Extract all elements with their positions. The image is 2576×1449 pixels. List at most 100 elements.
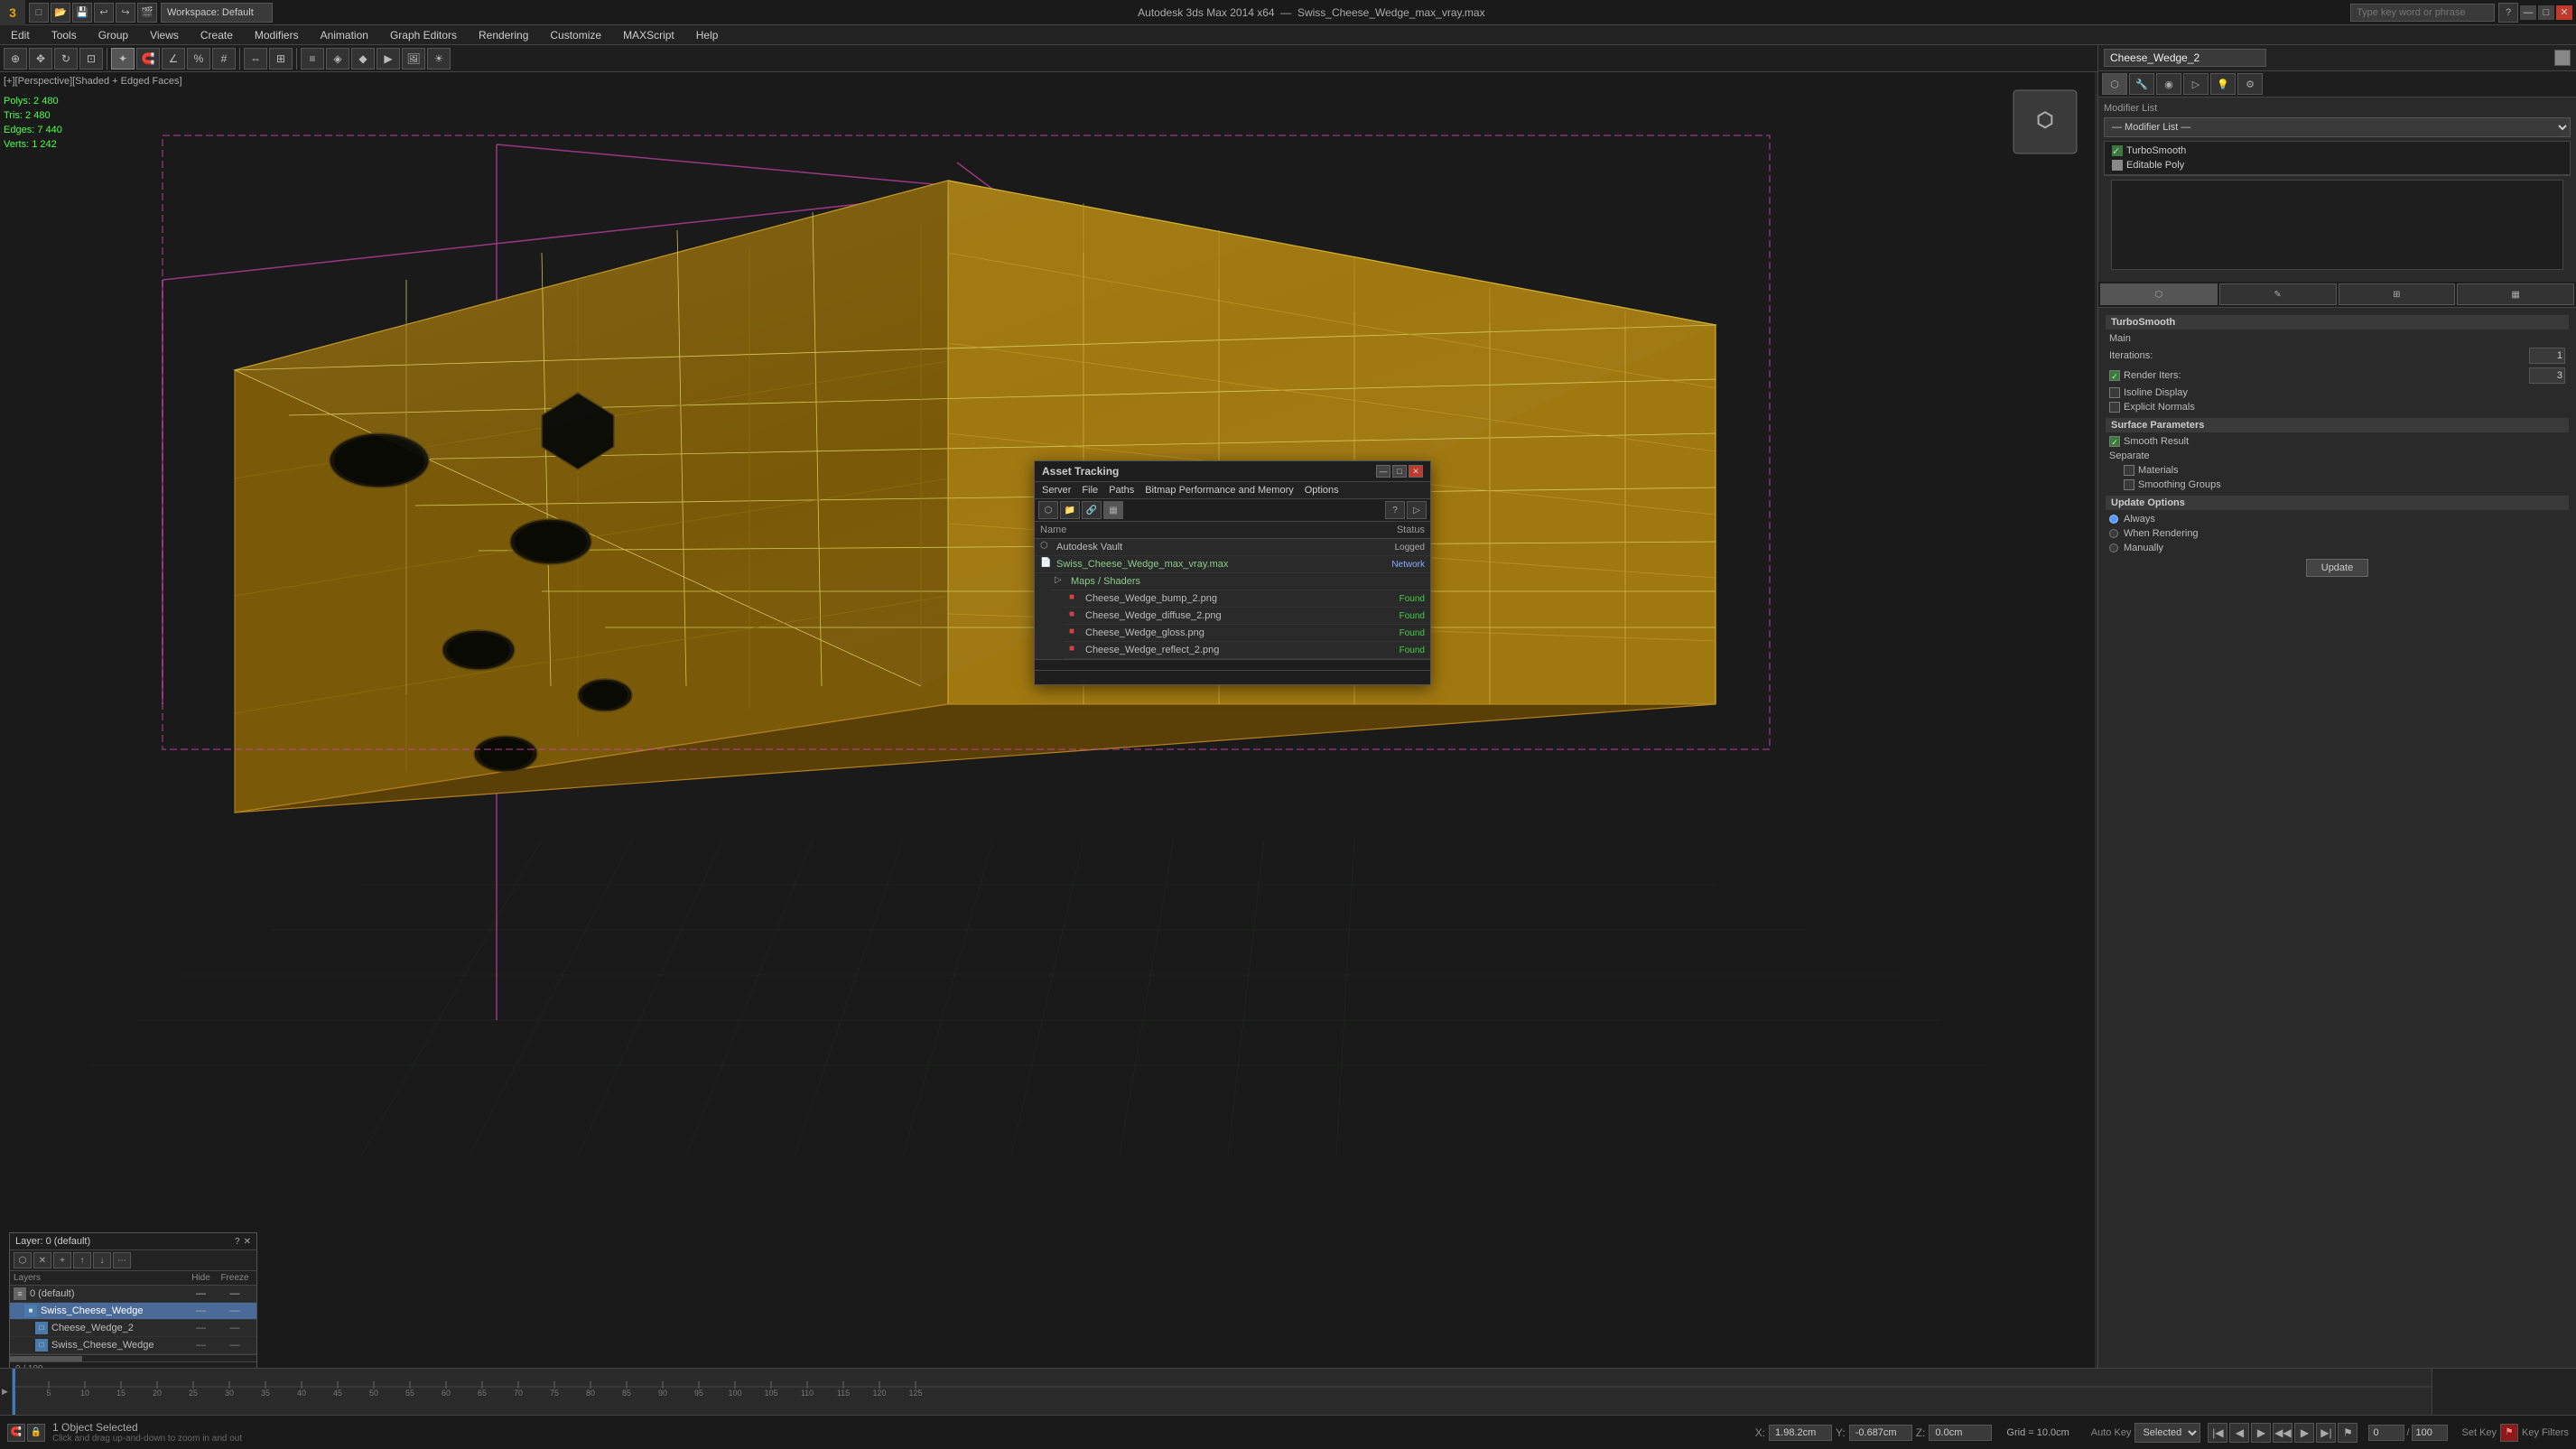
align-tool[interactable]: ⊞ <box>269 48 293 70</box>
open-file-btn[interactable]: 📂 <box>51 3 70 23</box>
current-frame-input[interactable] <box>2368 1425 2404 1441</box>
at-menu-paths[interactable]: Paths <box>1109 485 1134 496</box>
layer-move-up-btn[interactable]: ↑ <box>73 1252 91 1268</box>
tab-hierarchy-icon[interactable]: ◉ <box>2156 73 2181 95</box>
snap-toggle[interactable]: 🧲 <box>136 48 160 70</box>
menu-help[interactable]: Help <box>693 27 722 43</box>
new-file-btn[interactable]: □ <box>29 3 49 23</box>
scale-tool[interactable]: ⊡ <box>79 48 103 70</box>
render-iters-checkbox[interactable] <box>2109 370 2120 381</box>
iterations-input[interactable] <box>2529 348 2565 364</box>
pb-tab-1[interactable]: ⬡ <box>2100 283 2218 305</box>
tab-utilities-icon[interactable]: ⚙ <box>2237 73 2263 95</box>
spinner-snap[interactable]: # <box>212 48 236 70</box>
at-tb-btn2[interactable]: 📁 <box>1060 501 1080 519</box>
select-tool[interactable]: ⊕ <box>4 48 27 70</box>
explicit-normals-checkbox[interactable] <box>2109 402 2120 413</box>
layer-row-default[interactable]: ≡ 0 (default) — — <box>10 1286 256 1303</box>
help-icon[interactable]: ? <box>2498 3 2518 23</box>
menu-graph-editors[interactable]: Graph Editors <box>386 27 460 43</box>
at-restore-btn[interactable]: □ <box>1392 465 1407 478</box>
viewport[interactable]: [+][Perspective][Shaded + Edged Faces] P… <box>0 72 2095 1390</box>
layer-row-swiss-cheese-wedge2[interactable]: □ Swiss_Cheese_Wedge — — <box>10 1337 256 1354</box>
timeline[interactable]: ▶ 5 10 15 20 <box>0 1368 2576 1415</box>
layer-swiss-freeze[interactable]: — <box>217 1305 253 1316</box>
at-scrollbar[interactable] <box>1035 659 1430 670</box>
layer-add-btn[interactable]: + <box>53 1252 71 1268</box>
tab-motion-icon[interactable]: ▷ <box>2183 73 2209 95</box>
pb-tab-4[interactable]: ▦ <box>2457 283 2574 305</box>
menu-create[interactable]: Create <box>197 27 237 43</box>
color-swatch-btn[interactable] <box>2554 50 2571 66</box>
rotate-tool[interactable]: ↻ <box>54 48 78 70</box>
x-coord[interactable]: 1.98.2cm <box>1769 1425 1832 1441</box>
at-menu-file[interactable]: File <box>1082 485 1098 496</box>
when-rendering-radio[interactable] <box>2109 529 2118 538</box>
menu-tools[interactable]: Tools <box>48 27 80 43</box>
mirror-tool[interactable]: ⇔ <box>244 48 267 70</box>
menu-animation[interactable]: Animation <box>317 27 372 43</box>
layer-scrollbar[interactable] <box>10 1354 256 1361</box>
menu-rendering[interactable]: Rendering <box>475 27 532 43</box>
layer-cw2-freeze[interactable]: — <box>217 1323 253 1333</box>
layer-options-btn[interactable]: ⋯ <box>113 1252 131 1268</box>
at-row-maps-group[interactable]: ▷ Maps / Shaders <box>1049 573 1430 590</box>
layer-move-down-btn[interactable]: ↓ <box>93 1252 111 1268</box>
materials-checkbox[interactable] <box>2124 465 2134 476</box>
layer-help-btn[interactable]: ? <box>235 1237 240 1247</box>
tab-lights-icon[interactable]: 💡 <box>2210 73 2236 95</box>
layer-delete-btn[interactable]: ✕ <box>33 1252 51 1268</box>
at-row-maxfile[interactable]: 📄 Swiss_Cheese_Wedge_max_vray.max Networ… <box>1035 556 1430 573</box>
render-setup-btn2[interactable]: ▶ <box>377 48 400 70</box>
pb-tab-2[interactable]: ✎ <box>2219 283 2337 305</box>
select-filter[interactable]: ✦ <box>111 48 135 70</box>
render-frame-btn[interactable]: 🖼 <box>402 48 425 70</box>
menu-group[interactable]: Group <box>95 27 132 43</box>
at-tb-btn1[interactable]: ⬡ <box>1038 501 1058 519</box>
tab-modify-icon[interactable]: 🔧 <box>2129 73 2154 95</box>
at-row-gloss[interactable]: ■ Cheese_Wedge_gloss.png Found <box>1064 625 1430 642</box>
at-minimize-btn[interactable]: — <box>1376 465 1390 478</box>
save-btn[interactable]: 💾 <box>72 3 92 23</box>
menu-edit[interactable]: Edit <box>7 27 33 43</box>
modifier-turbosmooth[interactable]: ✓ TurboSmooth <box>2106 144 2568 158</box>
menu-views[interactable]: Views <box>146 27 182 43</box>
layer-scw2-hide[interactable]: — <box>185 1340 217 1351</box>
at-menu-bitmap-perf[interactable]: Bitmap Performance and Memory <box>1145 485 1293 496</box>
layer-row-cheese-wedge2[interactable]: □ Cheese_Wedge_2 — — <box>10 1320 256 1337</box>
always-radio[interactable] <box>2109 515 2118 524</box>
layer-row-swiss-cheese-wedge[interactable]: ■ Swiss_Cheese_Wedge — — <box>10 1303 256 1320</box>
manually-radio[interactable] <box>2109 543 2118 553</box>
next-frame-btn[interactable]: ▶ <box>2294 1423 2314 1443</box>
layer-manager-btn[interactable]: ≡ <box>301 48 324 70</box>
percent-snap[interactable]: % <box>187 48 210 70</box>
set-key-btn[interactable]: ⚑ <box>2500 1424 2518 1442</box>
angle-snap[interactable]: ∠ <box>162 48 185 70</box>
update-button[interactable]: Update <box>2306 559 2368 577</box>
layer-cw2-hide[interactable]: — <box>185 1323 217 1333</box>
undo-btn[interactable]: ↩ <box>94 3 114 23</box>
layer-icon-btn[interactable]: ⬡ <box>14 1252 32 1268</box>
close-button[interactable]: ✕ <box>2556 5 2572 20</box>
at-tb-grid-btn[interactable]: ▦ <box>1103 501 1123 519</box>
smoothing-groups-checkbox[interactable] <box>2124 479 2134 490</box>
redo-btn[interactable]: ↪ <box>116 3 135 23</box>
menu-modifiers[interactable]: Modifiers <box>251 27 302 43</box>
play-reverse-btn[interactable]: ◀◀ <box>2273 1423 2292 1443</box>
layer-swiss-hide[interactable]: — <box>185 1305 217 1316</box>
timeline-ruler[interactable]: 5 10 15 20 25 30 35 40 <box>13 1369 2432 1415</box>
material-editor-btn[interactable]: ◆ <box>351 48 375 70</box>
menu-maxscript[interactable]: MAXScript <box>619 27 678 43</box>
modifier-editablepoly[interactable]: Editable Poly <box>2106 158 2568 172</box>
at-close-btn[interactable]: ✕ <box>1409 465 1423 478</box>
key-mode-btn[interactable]: ⚑ <box>2338 1423 2357 1443</box>
prev-frame-btn[interactable]: ◀ <box>2229 1423 2249 1443</box>
at-tb-btn-right[interactable]: ▷ <box>1407 501 1427 519</box>
layer-scw2-freeze[interactable]: — <box>217 1340 253 1351</box>
minimize-button[interactable]: — <box>2520 5 2536 20</box>
layer-scroll-thumb[interactable] <box>10 1356 82 1361</box>
selected-dropdown[interactable]: Selected <box>2134 1423 2200 1443</box>
y-coord[interactable]: -0.687cm <box>1849 1425 1912 1441</box>
pb-tab-3[interactable]: ⊞ <box>2339 283 2456 305</box>
render-setup-btn[interactable]: 🎬 <box>137 3 157 23</box>
